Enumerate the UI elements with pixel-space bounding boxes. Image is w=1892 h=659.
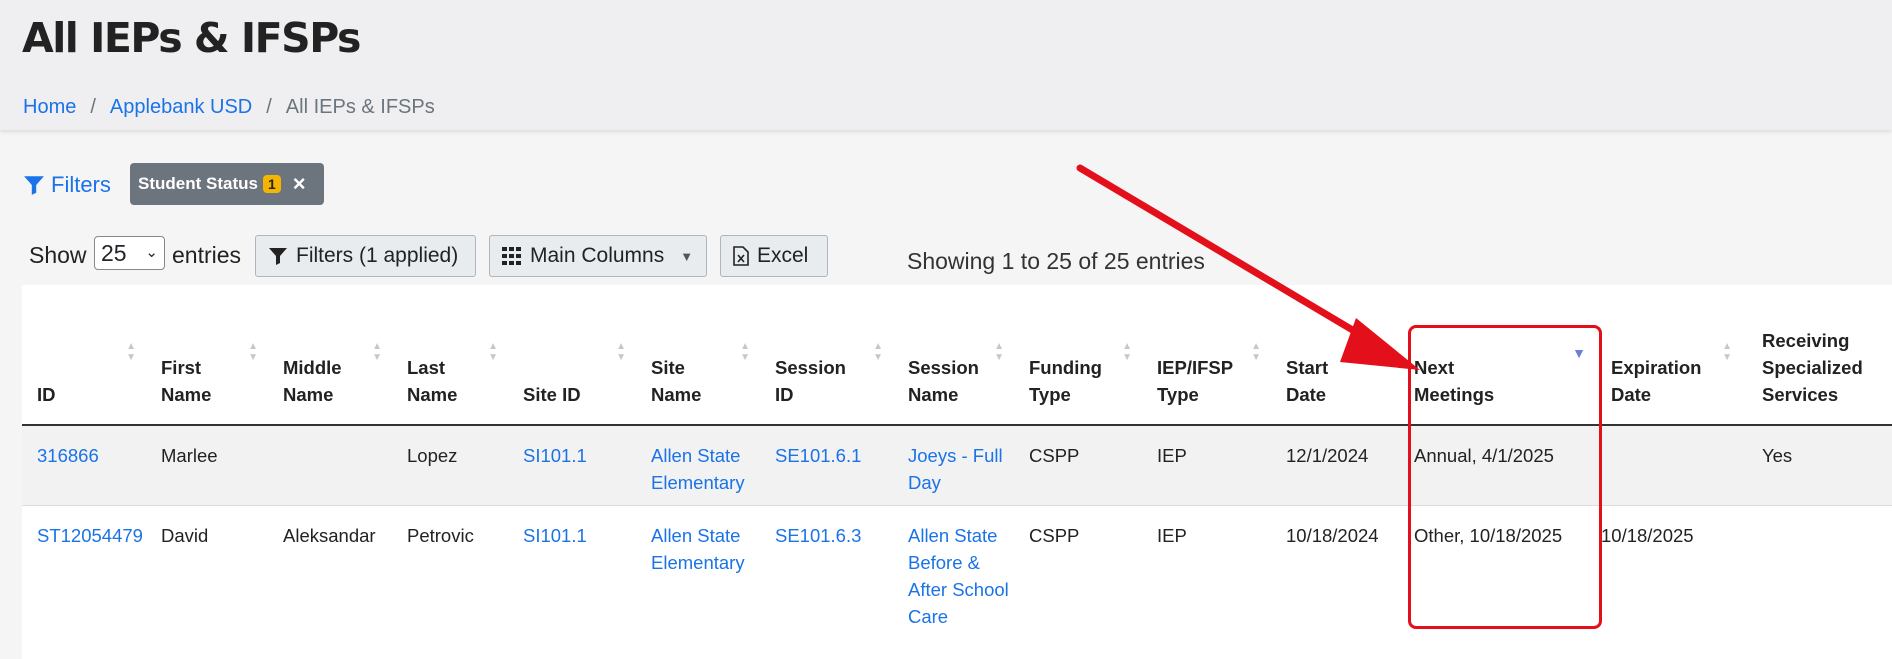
site-id-link[interactable]: SI101.1: [523, 445, 587, 466]
main-columns-label: Main Columns: [530, 244, 665, 267]
table-row: ST12054479 David Aleksandar Petrovic SI1…: [22, 505, 1892, 659]
session-id-link[interactable]: SE101.6.3: [775, 525, 861, 546]
column-header-id[interactable]: ID ▲ ▼: [22, 285, 146, 426]
column-header-middle-name[interactable]: Middle Name ▲ ▼: [268, 285, 392, 426]
table-info-text: Showing 1 to 25 of 25 entries: [907, 248, 1205, 274]
column-header-site-name[interactable]: Site Name ▲ ▼: [636, 285, 760, 426]
caret-down-icon: ▼: [680, 248, 694, 264]
sort-icon: ▲ ▼: [1722, 341, 1732, 363]
next-meetings-cell: Other, 10/18/2025: [1414, 524, 1563, 546]
sort-icon: ▲ ▼: [1251, 341, 1261, 363]
session-id-link[interactable]: SE101.6.1: [775, 445, 861, 466]
breadcrumb-separator: /: [90, 96, 96, 118]
breadcrumb-district[interactable]: Applebank USD: [110, 96, 252, 119]
iep-type-cell: IEP: [1157, 524, 1187, 546]
close-icon[interactable]: ×: [293, 173, 306, 195]
table-row: 316866 Marlee Lopez SI101.1 Allen State …: [22, 425, 1892, 506]
filters-applied-label: Filters (1 applied): [296, 244, 459, 267]
first-name-cell: Marlee: [146, 425, 268, 506]
excel-export-button[interactable]: Excel: [720, 235, 828, 277]
sort-icon: ▲ ▼: [1379, 341, 1389, 363]
chip-label: Student Status: [138, 174, 258, 193]
filters-applied-button[interactable]: Filters (1 applied): [255, 235, 476, 277]
funnel-icon: [269, 248, 287, 265]
breadcrumb-separator: /: [266, 96, 272, 118]
sort-icon: ▲ ▼: [740, 341, 750, 363]
filters-toggle-label: Filters: [51, 172, 111, 197]
expiration-date-cell: [1596, 425, 1742, 506]
column-header-funding-type[interactable]: Funding Type ▲ ▼: [1014, 285, 1142, 426]
page-title: All IEPs & IFSPs: [22, 14, 361, 62]
middle-name-cell: Aleksandar: [283, 524, 376, 546]
page-length-select[interactable]: 25 ⌄: [94, 236, 165, 270]
excel-file-icon: [733, 246, 749, 266]
chevron-down-icon: ⌄: [145, 244, 158, 261]
chip-count-badge: 1: [262, 175, 281, 193]
start-date-cell: 10/18/2024: [1286, 524, 1379, 546]
iep-table: ID ▲ ▼ First Name ▲ ▼ Middle Name ▲ ▼ Last Name ▲ ▼…: [22, 285, 1892, 659]
page-header: All IEPs & IFSPs Home / Applebank USD / …: [0, 0, 1892, 130]
funnel-icon: [24, 176, 44, 195]
sort-icon: ▲ ▼: [372, 341, 382, 363]
sort-icon: ▲ ▼: [488, 341, 498, 363]
column-header-session-name[interactable]: Session Name ▲ ▼: [893, 285, 1014, 426]
breadcrumb: Home / Applebank USD / All IEPs & IFSPs: [23, 96, 435, 119]
sort-icon: ▲ ▼: [873, 341, 883, 363]
breadcrumb-current: All IEPs & IFSPs: [285, 96, 435, 118]
funding-type-cell: CSPP: [1029, 524, 1080, 546]
middle-name-cell: [268, 425, 392, 506]
column-header-next-meetings[interactable]: Next Meetings ▼: [1399, 285, 1596, 426]
grid-icon: [502, 247, 521, 265]
iep-table-container: ID ▲ ▼ First Name ▲ ▼ Middle Name ▲ ▼ Last Name ▲ ▼…: [22, 285, 1892, 659]
last-name-cell: Petrovic: [407, 524, 474, 546]
column-header-last-name[interactable]: Last Name ▲ ▼: [392, 285, 508, 426]
excel-label: Excel: [757, 244, 809, 267]
receiving-services-cell: [1742, 505, 1892, 659]
funding-type-cell: CSPP: [1014, 425, 1142, 506]
iep-type-cell: IEP: [1142, 425, 1271, 506]
column-header-receiving-specialized-services[interactable]: ReceivingSpecializedServices▲▼: [1742, 285, 1892, 426]
last-name-cell: Lopez: [392, 425, 508, 506]
next-meetings-cell: Annual, 4/1/2025: [1399, 425, 1596, 506]
student-status-filter-chip[interactable]: Student Status 1 ×: [130, 163, 324, 205]
filters-toggle[interactable]: Filters: [23, 172, 111, 198]
sort-icon: ▲ ▼: [616, 341, 626, 363]
column-header-first-name[interactable]: First Name ▲ ▼: [146, 285, 268, 426]
first-name-cell: David: [161, 524, 209, 546]
sort-icon: ▲ ▼: [126, 341, 136, 363]
site-name-link[interactable]: Allen State Elementary: [651, 445, 745, 493]
page-length-value: 25: [101, 239, 127, 266]
sort-icon: ▲ ▼: [994, 341, 1004, 363]
column-header-site-id[interactable]: Site ID ▲ ▼: [508, 285, 636, 426]
session-name-link[interactable]: Allen State Before & After School Care: [908, 525, 1009, 627]
sort-icon: ▲ ▼: [248, 341, 258, 363]
show-label: Show: [29, 242, 87, 268]
entries-label: entries: [172, 242, 242, 268]
site-id-link[interactable]: SI101.1: [523, 525, 587, 546]
expiration-date-cell: 10/18/2025: [1601, 524, 1694, 546]
column-header-expiration-date[interactable]: Expiration Date ▲ ▼: [1596, 285, 1742, 426]
column-header-start-date[interactable]: Start Date ▲ ▼: [1271, 285, 1399, 426]
sort-icon: ▲ ▼: [1122, 341, 1132, 363]
student-id-link[interactable]: ST12054479: [37, 525, 143, 546]
receiving-services-cell: Yes: [1742, 425, 1892, 506]
table-header-row: ID ▲ ▼ First Name ▲ ▼ Middle Name ▲ ▼ Last Name ▲ ▼…: [22, 285, 1892, 426]
breadcrumb-home[interactable]: Home: [23, 96, 76, 119]
sort-desc-icon: ▼: [1572, 345, 1586, 361]
column-header-session-id[interactable]: Session ID ▲ ▼: [760, 285, 893, 426]
student-id-link[interactable]: 316866: [37, 445, 99, 466]
start-date-cell: 12/1/2024: [1271, 425, 1399, 506]
main-columns-button[interactable]: Main Columns ▼: [489, 235, 707, 277]
site-name-link[interactable]: Allen State Elementary: [651, 525, 745, 573]
session-name-link[interactable]: Joeys - Full Day: [908, 445, 1003, 493]
column-header-iep-ifsp-type[interactable]: IEP/IFSP Type ▲ ▼: [1142, 285, 1271, 426]
